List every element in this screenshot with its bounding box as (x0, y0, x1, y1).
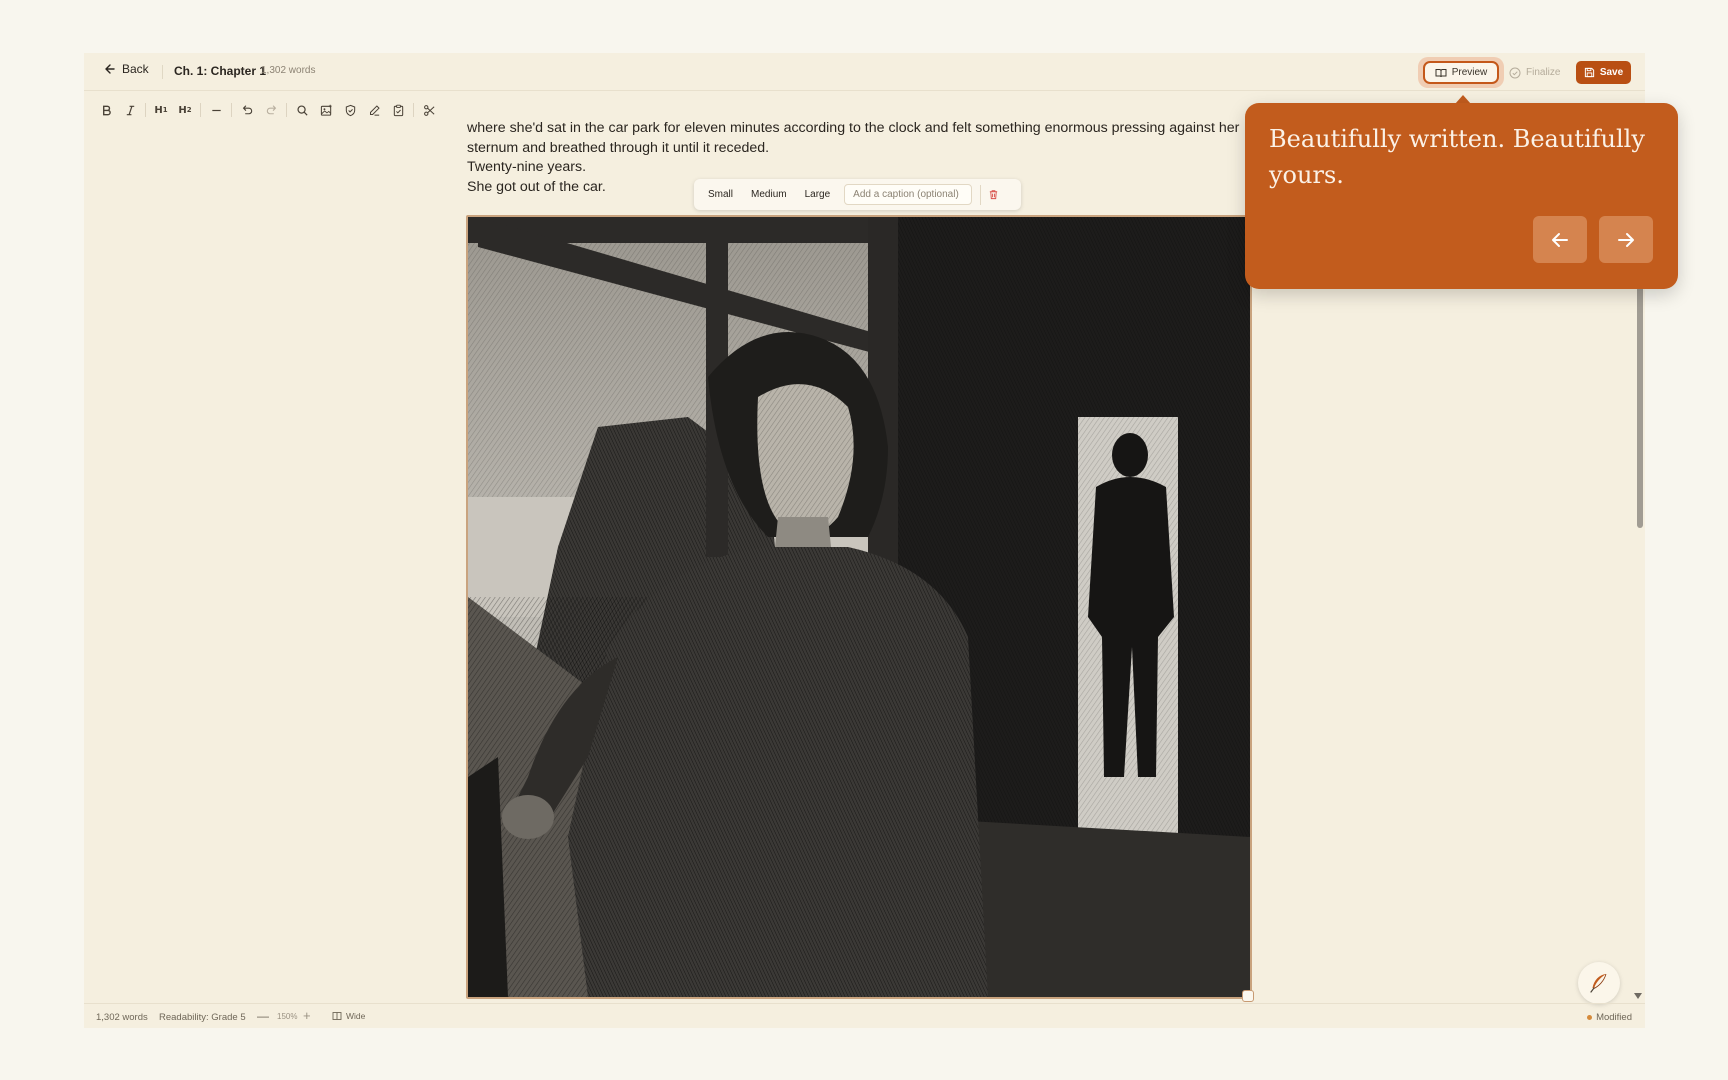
wide-toggle[interactable]: Wide (332, 1011, 365, 1021)
heading-1-level: 1 (162, 106, 168, 114)
save-label: Save (1599, 67, 1624, 78)
horizontal-rule-icon (211, 109, 221, 111)
tour-message: Beautifully written. Beautifully yours. (1269, 125, 1645, 189)
quill-icon (1590, 973, 1607, 993)
preview-label: Preview (1451, 67, 1488, 78)
pen-icon (369, 104, 380, 116)
zoom-out-button[interactable]: — (257, 1009, 269, 1023)
toolbar-divider (200, 103, 201, 117)
check-circle-icon (1509, 67, 1521, 78)
status-bar: 1,302 words Readability: Grade 5 — 150% … (84, 1003, 1645, 1028)
clipboard-button[interactable] (386, 98, 410, 122)
book-open-icon (1435, 68, 1447, 77)
redo-icon (266, 104, 276, 114)
save-status-label: Modified (1596, 1012, 1632, 1023)
search-button[interactable] (290, 98, 314, 122)
back-label: Back (122, 62, 149, 76)
back-button[interactable]: Back (104, 62, 149, 76)
image-toolbar: Small Medium Large (694, 179, 1021, 210)
zoom-in-button[interactable]: + (303, 1008, 311, 1023)
scissors-button[interactable] (417, 98, 441, 122)
toolbar-divider (231, 103, 232, 117)
toolbar-divider (286, 103, 287, 117)
undo-icon (242, 104, 252, 114)
wide-label: Wide (346, 1011, 366, 1021)
toolbar-divider (413, 103, 414, 117)
pen-button[interactable] (362, 98, 386, 122)
save-icon (1584, 67, 1594, 78)
insert-image-button[interactable] (314, 98, 338, 122)
zoom-level: 150% (277, 1012, 298, 1021)
arrow-right-icon (1618, 232, 1634, 247)
header-bar: Back Ch. 1: Chapter 1 1,302 words Previe… (84, 53, 1645, 91)
tour-popover: Beautifully written. Beautifully yours. (1245, 103, 1678, 289)
tour-next-button[interactable] (1599, 216, 1653, 263)
caption-input[interactable] (844, 184, 973, 205)
trash-icon (990, 190, 998, 200)
redo-button[interactable] (259, 98, 283, 122)
chapter-title: Ch. 1: Chapter 1 (174, 64, 267, 78)
heading-2-button[interactable]: H2 (173, 98, 197, 122)
shield-button[interactable] (338, 98, 362, 122)
toolbar-divider (145, 103, 146, 117)
image-resize-handle[interactable] (1242, 990, 1254, 1002)
finalize-button[interactable]: Finalize (1509, 62, 1565, 83)
paragraph: where she'd sat in the car park for elev… (467, 120, 1240, 156)
undo-button[interactable] (235, 98, 259, 122)
delete-image-button[interactable] (980, 184, 1000, 205)
tour-previous-button[interactable] (1533, 216, 1587, 263)
bold-button[interactable] (94, 98, 118, 122)
quill-assistant-button[interactable] (1578, 962, 1620, 1004)
italic-icon (126, 105, 134, 115)
preview-button[interactable]: Preview (1423, 61, 1499, 84)
horizontal-rule-button[interactable] (204, 98, 228, 122)
shield-check-icon (345, 104, 355, 116)
size-large-button[interactable]: Large (797, 185, 839, 204)
size-medium-button[interactable]: Medium (743, 185, 795, 204)
heading-1-label: H (154, 104, 163, 116)
save-status: Modified (1587, 1012, 1632, 1023)
arrow-left-icon (105, 64, 115, 74)
finalize-label: Finalize (1526, 67, 1561, 78)
arrow-left-icon (1552, 232, 1568, 247)
footer-word-count: 1,302 words (96, 1012, 148, 1023)
format-toolbar: H1 H2 (94, 97, 441, 123)
chapter-word-count: 1,302 words (261, 65, 316, 76)
scroll-down-arrow[interactable] (1634, 993, 1642, 999)
search-icon (296, 104, 308, 116)
header-divider (162, 65, 163, 79)
bold-icon (102, 105, 111, 115)
illustration-drawing (468, 217, 1250, 997)
chapter-illustration[interactable] (466, 215, 1252, 999)
heading-2-level: 2 (186, 106, 192, 114)
size-small-button[interactable]: Small (700, 185, 741, 204)
save-button[interactable]: Save (1576, 61, 1631, 84)
image-plus-icon (320, 104, 332, 116)
scissors-icon (423, 104, 434, 116)
clipboard-check-icon (393, 104, 403, 116)
modified-dot-icon (1587, 1015, 1593, 1020)
readability-score: Readability: Grade 5 (159, 1012, 246, 1023)
italic-button[interactable] (118, 98, 142, 122)
book-icon (332, 1012, 342, 1020)
heading-2-label: H (178, 104, 187, 116)
heading-1-button[interactable]: H1 (149, 98, 173, 122)
paragraph: Twenty-nine years. (467, 159, 587, 175)
